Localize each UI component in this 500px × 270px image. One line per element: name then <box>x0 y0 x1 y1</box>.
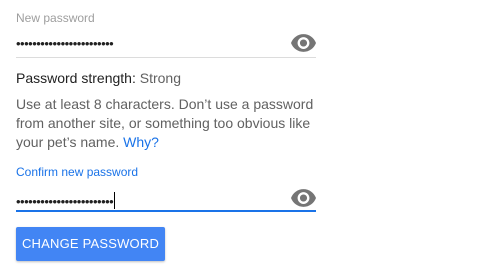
eye-icon <box>291 34 316 52</box>
confirm-password-field[interactable]: Confirm new password •••••••••••••••••••… <box>16 160 316 216</box>
help-text: Use at least 8 characters. Don’t use a p… <box>16 96 314 150</box>
new-password-underline <box>16 57 316 58</box>
strength-label: Password strength: <box>16 70 136 86</box>
password-strength: Password strength: Strong <box>16 70 181 87</box>
change-password-button[interactable]: CHANGE PASSWORD <box>16 227 165 261</box>
new-password-field[interactable]: New password •••••••••••••••••••••••• <box>16 0 316 60</box>
confirm-password-underline <box>16 210 316 212</box>
text-cursor <box>114 192 116 209</box>
confirm-password-label: Confirm new password <box>16 165 139 179</box>
password-help-text: Use at least 8 characters. Don’t use a p… <box>16 95 326 152</box>
new-password-label: New password <box>16 11 95 25</box>
show-confirm-password-eye-icon[interactable] <box>291 189 316 207</box>
eye-icon <box>291 189 316 207</box>
confirm-password-input[interactable]: •••••••••••••••••••••••• <box>16 194 114 209</box>
confirm-password-input-wrap[interactable]: •••••••••••••••••••••••• <box>16 192 116 209</box>
new-password-input[interactable]: •••••••••••••••••••••••• <box>16 37 114 51</box>
why-link[interactable]: Why? <box>123 134 159 150</box>
show-password-eye-icon[interactable] <box>291 34 316 52</box>
strength-value: Strong <box>139 70 181 86</box>
